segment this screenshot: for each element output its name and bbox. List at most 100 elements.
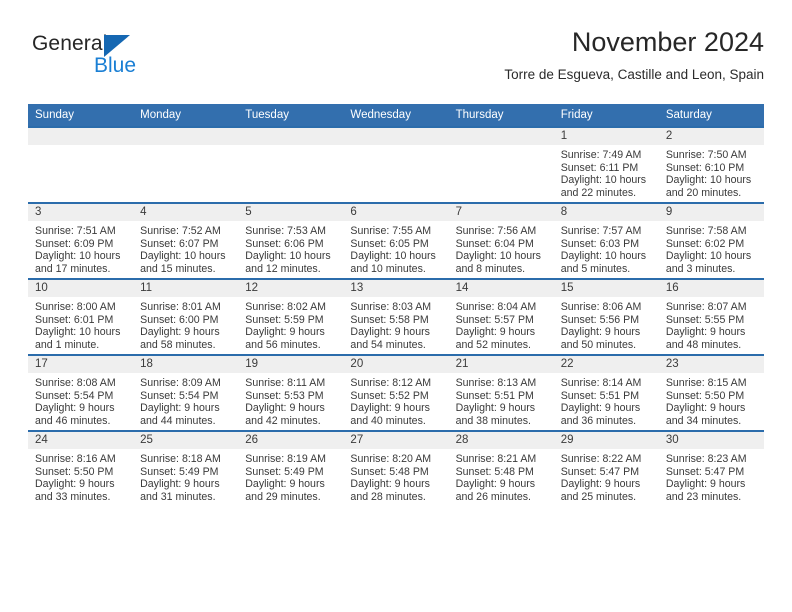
calendar-day-cell[interactable]: 18 Sunrise: 8:09 AM Sunset: 5:54 PM Dayligh… xyxy=(133,354,239,431)
sunrise-text: Sunrise: 7:55 AM xyxy=(350,225,432,237)
weekday-header-sunday: Sunday xyxy=(28,104,134,127)
sunrise-text: Sunrise: 7:53 AM xyxy=(245,225,326,237)
sunset-text: Sunset: 6:06 PM xyxy=(245,237,324,250)
calendar-day-cell[interactable]: 13 Sunrise: 8:03 AM Sunset: 5:58 PM Dayligh… xyxy=(343,278,449,355)
day-details: Sunrise: 8:13 AM Sunset: 5:51 PM Daylight:… xyxy=(449,373,554,428)
day-details: Sunrise: 7:51 AM Sunset: 6:09 PM Daylight:… xyxy=(28,221,133,276)
daylight-text: Daylight: 9 hours and 52 minutes. xyxy=(455,326,536,352)
calendar-day-cell[interactable]: 17 Sunrise: 8:08 AM Sunset: 5:54 PM Dayligh… xyxy=(28,354,134,431)
calendar-day-cell[interactable]: 28 Sunrise: 8:21 AM Sunset: 5:48 PM Dayligh… xyxy=(448,430,554,506)
day-details: Sunrise: 8:18 AM Sunset: 5:49 PM Daylight:… xyxy=(133,449,238,504)
sunset-text: Sunset: 6:05 PM xyxy=(350,237,429,250)
daylight-text: Daylight: 9 hours and 46 minutes. xyxy=(35,402,115,428)
sunset-text: Sunset: 5:47 PM xyxy=(560,465,640,478)
day-details: Sunrise: 7:52 AM Sunset: 6:07 PM Daylight:… xyxy=(133,221,238,276)
day-number xyxy=(133,128,239,145)
sunrise-text: Sunrise: 8:15 AM xyxy=(665,377,747,389)
sunrise-text: Sunrise: 8:13 AM xyxy=(455,377,537,389)
calendar-week-row: 3 Sunrise: 7:51 AM Sunset: 6:09 PM Daylight… xyxy=(28,202,764,279)
sunset-text: Sunset: 5:47 PM xyxy=(665,465,745,478)
sunset-text: Sunset: 5:48 PM xyxy=(455,465,534,478)
calendar-day-cell[interactable]: 8 Sunrise: 7:57 AM Sunset: 6:03 PM Daylight… xyxy=(553,202,659,279)
day-number: 2 xyxy=(658,128,764,145)
calendar-day-cell[interactable]: 20 Sunrise: 8:12 AM Sunset: 5:52 PM Dayligh… xyxy=(343,354,449,431)
daylight-text: Daylight: 10 hours and 12 minutes. xyxy=(245,250,331,276)
sunset-text: Sunset: 6:10 PM xyxy=(665,161,745,174)
calendar-day-cell[interactable]: 1 Sunrise: 7:49 AM Sunset: 6:11 PM Daylight… xyxy=(553,126,659,203)
day-details: Sunrise: 7:56 AM Sunset: 6:04 PM Daylight:… xyxy=(449,221,554,276)
day-details: Sunrise: 8:03 AM Sunset: 5:58 PM Daylight:… xyxy=(343,297,448,352)
calendar-day-cell[interactable]: 15 Sunrise: 8:06 AM Sunset: 5:56 PM Dayligh… xyxy=(553,278,659,355)
calendar-day-cell[interactable]: 27 Sunrise: 8:20 AM Sunset: 5:48 PM Dayligh… xyxy=(343,430,449,506)
sunrise-text: Sunrise: 8:00 AM xyxy=(35,301,116,313)
day-details: Sunrise: 8:12 AM Sunset: 5:52 PM Daylight:… xyxy=(343,373,448,428)
generalblue-logo[interactable]: General Blue xyxy=(32,32,242,90)
weekday-header-saturday: Saturday xyxy=(658,104,764,127)
calendar-day-cell[interactable]: 19 Sunrise: 8:11 AM Sunset: 5:53 PM Dayligh… xyxy=(238,354,344,431)
logo-text-blue: Blue xyxy=(94,54,137,77)
calendar-day-cell[interactable]: 30 Sunrise: 8:23 AM Sunset: 5:47 PM Dayligh… xyxy=(658,430,764,506)
calendar-day-cell[interactable]: 4 Sunrise: 7:52 AM Sunset: 6:07 PM Daylight… xyxy=(133,202,239,279)
calendar-cell-empty xyxy=(448,126,554,203)
sunset-text: Sunset: 6:01 PM xyxy=(35,313,114,326)
day-details: Sunrise: 8:15 AM Sunset: 5:50 PM Daylight:… xyxy=(659,373,764,428)
sunrise-text: Sunrise: 8:19 AM xyxy=(245,453,326,465)
calendar-day-cell[interactable]: 10 Sunrise: 8:00 AM Sunset: 6:01 PM Dayligh… xyxy=(28,278,134,355)
day-number: 1 xyxy=(553,128,659,145)
calendar-day-cell[interactable]: 16 Sunrise: 8:07 AM Sunset: 5:55 PM Dayligh… xyxy=(658,278,764,355)
day-number: 29 xyxy=(553,432,659,449)
calendar-day-cell[interactable]: 7 Sunrise: 7:56 AM Sunset: 6:04 PM Daylight… xyxy=(448,202,554,279)
day-details: Sunrise: 7:58 AM Sunset: 6:02 PM Daylight:… xyxy=(659,221,764,276)
calendar-day-cell[interactable]: 5 Sunrise: 7:53 AM Sunset: 6:06 PM Daylight… xyxy=(238,202,344,279)
calendar-day-cell[interactable]: 21 Sunrise: 8:13 AM Sunset: 5:51 PM Dayligh… xyxy=(448,354,554,431)
day-details: Sunrise: 8:21 AM Sunset: 5:48 PM Daylight:… xyxy=(449,449,554,504)
day-details: Sunrise: 8:22 AM Sunset: 5:47 PM Daylight:… xyxy=(554,449,659,504)
calendar-day-cell[interactable]: 2 Sunrise: 7:50 AM Sunset: 6:10 PM Daylight… xyxy=(658,126,764,203)
daylight-text: Daylight: 9 hours and 25 minutes. xyxy=(560,478,641,504)
sunrise-text: Sunrise: 8:20 AM xyxy=(350,453,432,465)
calendar-day-cell[interactable]: 11 Sunrise: 8:01 AM Sunset: 6:00 PM Dayligh… xyxy=(133,278,239,355)
calendar-cell-empty xyxy=(28,126,134,203)
daylight-text: Daylight: 10 hours and 8 minutes. xyxy=(455,250,541,276)
sunset-text: Sunset: 5:52 PM xyxy=(350,389,429,402)
calendar-day-cell[interactable]: 14 Sunrise: 8:04 AM Sunset: 5:57 PM Dayligh… xyxy=(448,278,554,355)
weekday-header-monday: Monday xyxy=(133,104,239,127)
weekday-header-thursday: Thursday xyxy=(448,104,554,127)
sunset-text: Sunset: 5:51 PM xyxy=(455,389,534,402)
day-number: 14 xyxy=(448,280,554,297)
sunrise-text: Sunrise: 8:03 AM xyxy=(350,301,432,313)
sunrise-text: Sunrise: 7:49 AM xyxy=(560,149,642,161)
calendar-day-cell[interactable]: 12 Sunrise: 8:02 AM Sunset: 5:59 PM Dayligh… xyxy=(238,278,344,355)
day-details: Sunrise: 8:07 AM Sunset: 5:55 PM Daylight:… xyxy=(659,297,764,352)
sunrise-text: Sunrise: 8:18 AM xyxy=(140,453,221,465)
daylight-text: Daylight: 9 hours and 28 minutes. xyxy=(350,478,430,504)
day-number xyxy=(448,128,554,145)
day-number: 23 xyxy=(658,356,764,373)
calendar-day-cell[interactable]: 9 Sunrise: 7:58 AM Sunset: 6:02 PM Daylight… xyxy=(658,202,764,279)
calendar-day-cell[interactable]: 3 Sunrise: 7:51 AM Sunset: 6:09 PM Daylight… xyxy=(28,202,134,279)
sunrise-text: Sunrise: 8:07 AM xyxy=(665,301,747,313)
sunset-text: Sunset: 5:50 PM xyxy=(665,389,745,402)
day-details: Sunrise: 8:02 AM Sunset: 5:59 PM Daylight:… xyxy=(238,297,343,352)
daylight-text: Daylight: 9 hours and 42 minutes. xyxy=(245,402,325,428)
daylight-text: Daylight: 9 hours and 48 minutes. xyxy=(665,326,746,352)
calendar-day-cell[interactable]: 22 Sunrise: 8:14 AM Sunset: 5:51 PM Dayligh… xyxy=(553,354,659,431)
sunrise-text: Sunrise: 7:57 AM xyxy=(560,225,642,237)
sunrise-text: Sunrise: 8:23 AM xyxy=(665,453,747,465)
calendar-day-cell[interactable]: 6 Sunrise: 7:55 AM Sunset: 6:05 PM Daylight… xyxy=(343,202,449,279)
page-subtitle: Torre de Esgueva, Castille and Leon, Spa… xyxy=(504,67,764,82)
calendar-day-cell[interactable]: 23 Sunrise: 8:15 AM Sunset: 5:50 PM Dayligh… xyxy=(658,354,764,431)
sunset-text: Sunset: 5:55 PM xyxy=(665,313,745,326)
calendar-day-cell[interactable]: 25 Sunrise: 8:18 AM Sunset: 5:49 PM Dayligh… xyxy=(133,430,239,506)
calendar-day-cell[interactable]: 24 Sunrise: 8:16 AM Sunset: 5:50 PM Dayligh… xyxy=(28,430,134,506)
day-number xyxy=(238,128,344,145)
day-number: 4 xyxy=(133,204,239,221)
daylight-text: Daylight: 9 hours and 40 minutes. xyxy=(350,402,430,428)
day-number: 3 xyxy=(28,204,134,221)
day-details: Sunrise: 7:49 AM Sunset: 6:11 PM Daylight:… xyxy=(554,145,659,200)
calendar-day-cell[interactable]: 26 Sunrise: 8:19 AM Sunset: 5:49 PM Dayligh… xyxy=(238,430,344,506)
day-details: Sunrise: 8:16 AM Sunset: 5:50 PM Daylight:… xyxy=(28,449,133,504)
calendar-cell-empty xyxy=(343,126,449,203)
sunrise-text: Sunrise: 8:01 AM xyxy=(140,301,221,313)
calendar-day-cell[interactable]: 29 Sunrise: 8:22 AM Sunset: 5:47 PM Dayligh… xyxy=(553,430,659,506)
